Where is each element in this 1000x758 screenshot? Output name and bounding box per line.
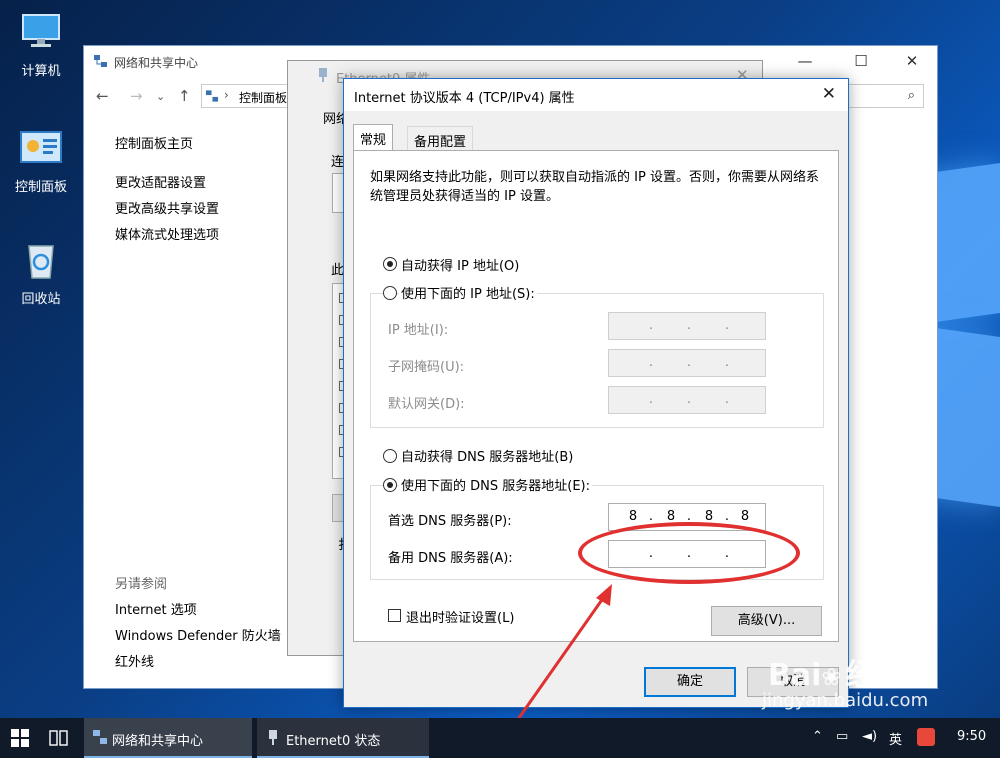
watermark-brand-suffix: 经验 — [845, 658, 906, 693]
dot-separator: . — [648, 509, 654, 524]
sidebar-link-home[interactable]: 控制面板主页 — [115, 133, 193, 152]
taskbar-item-ethernet-status[interactable]: Ethernet0 状态 — [257, 718, 429, 758]
highlight-ellipse — [578, 522, 800, 584]
advanced-button[interactable]: 高级(V)... — [711, 606, 822, 636]
ime-indicator[interactable]: 英 — [889, 729, 902, 748]
task-view-icon[interactable] — [49, 729, 69, 747]
desktop-icon-control-panel[interactable]: 控制面板 — [6, 128, 76, 195]
minimize-button[interactable]: — — [795, 52, 815, 70]
validate-checkbox[interactable] — [388, 609, 401, 622]
network-icon — [205, 90, 219, 102]
see-also-link-firewall[interactable]: Windows Defender 防火墙 — [115, 625, 281, 644]
ip-address-field: . . . — [608, 312, 766, 340]
network-tray-icon[interactable]: ▭ — [836, 729, 848, 744]
description-text: 如果网络支持此功能，则可以获取自动指派的 IP 设置。否则，你需要从网络系统管理… — [370, 170, 819, 204]
network-icon — [93, 730, 107, 744]
dialog-title: Internet 协议版本 4 (TCP/IPv4) 属性 — [354, 91, 575, 106]
tab-alternate-config[interactable]: 备用配置 — [407, 126, 474, 150]
dot-separator: . — [648, 318, 654, 333]
taskbar-item-network-center[interactable]: 网络和共享中心 — [84, 718, 252, 758]
preferred-dns-label: 首选 DNS 服务器(P): — [388, 514, 512, 529]
input-method-icon[interactable] — [917, 728, 935, 746]
desktop-icon-label: 控制面板 — [14, 180, 67, 195]
volume-icon[interactable]: ◄) — [862, 729, 877, 744]
dns-manual-label: 使用下面的 DNS 服务器地址(E): — [399, 475, 592, 494]
computer-icon — [22, 14, 60, 47]
alternate-dns-label: 备用 DNS 服务器(A): — [388, 551, 513, 566]
ip-manual-label: 使用下面的 IP 地址(S): — [399, 283, 537, 302]
back-arrow-icon[interactable]: ← — [96, 87, 109, 105]
taskbar: 网络和共享中心 Ethernet0 状态 ⌃ ▭ ◄) 英 9:50 — [0, 718, 1000, 758]
ethernet-icon — [319, 68, 327, 82]
up-arrow-icon[interactable]: ↑ — [178, 87, 191, 105]
network-icon — [94, 55, 107, 67]
window-title: 网络和共享中心 — [114, 56, 199, 70]
watermark-brand: Bai — [768, 658, 822, 693]
sidebar-link-adapter[interactable]: 更改适配器设置 — [115, 172, 206, 191]
breadcrumb-separator: › — [224, 88, 229, 102]
windows-start-icon[interactable] — [11, 729, 29, 747]
dot-separator: . — [724, 355, 730, 370]
see-also-link-infrared[interactable]: 红外线 — [115, 651, 154, 670]
ip-auto-radio[interactable] — [383, 257, 397, 271]
dot-separator: . — [686, 392, 692, 407]
dns-auto-radio[interactable] — [383, 449, 397, 463]
dot-separator: . — [648, 355, 654, 370]
dot-separator: . — [686, 355, 692, 370]
forward-arrow-icon[interactable]: → — [130, 87, 143, 105]
see-also-link-internet[interactable]: Internet 选项 — [115, 599, 197, 618]
paw-icon: ❀ — [821, 663, 842, 691]
taskbar-item-label: Ethernet0 状态 — [286, 734, 381, 749]
gateway-label: 默认网关(D): — [388, 397, 465, 412]
sidebar-link-media[interactable]: 媒体流式处理选项 — [115, 224, 219, 243]
dot-separator: . — [724, 392, 730, 407]
see-also-heading: 另请参阅 — [115, 577, 168, 592]
dot-separator: . — [686, 318, 692, 333]
breadcrumb[interactable]: 控制面板 — [239, 89, 287, 106]
ip-address-label: IP 地址(I): — [388, 323, 449, 338]
recycle-bin-icon — [28, 245, 54, 279]
subnet-mask-field: . . . — [608, 349, 766, 377]
ip-manual-radio[interactable] — [383, 286, 397, 300]
chevron-up-icon[interactable]: ⌃ — [812, 729, 823, 744]
tab-general[interactable]: 常规 — [353, 124, 394, 151]
watermark-url: jingyan.baidu.com — [762, 690, 929, 711]
dot-separator: . — [724, 509, 730, 524]
baidu-watermark-logo: Bai❀ 经验 — [768, 650, 906, 694]
maximize-button[interactable]: ☐ — [851, 52, 871, 70]
control-panel-icon — [20, 131, 62, 163]
desktop-icon-recycle-bin[interactable]: 回收站 — [6, 240, 76, 307]
taskbar-item-label: 网络和共享中心 — [112, 734, 204, 749]
ip-auto-label: 自动获得 IP 地址(O) — [401, 259, 520, 274]
octet-4: 8 — [740, 509, 750, 524]
ok-button[interactable]: 确定 — [644, 667, 736, 697]
dot-separator: . — [648, 392, 654, 407]
sidebar-link-sharing[interactable]: 更改高级共享设置 — [115, 198, 219, 217]
clock[interactable]: 9:50 — [957, 729, 986, 744]
dot-separator: . — [724, 318, 730, 333]
dialog-titlebar: Internet 协议版本 4 (TCP/IPv4) 属性 ✕ — [344, 79, 848, 111]
address-bar[interactable]: › 控制面板 — [201, 84, 291, 108]
close-icon[interactable]: ✕ — [822, 84, 836, 104]
subnet-mask-label: 子网掩码(U): — [388, 360, 465, 375]
gateway-field: . . . — [608, 386, 766, 414]
search-icon: ⌕ — [907, 88, 915, 103]
dns-auto-label: 自动获得 DNS 服务器地址(B) — [401, 450, 574, 465]
close-button[interactable]: ✕ — [902, 52, 922, 70]
desktop-icon-label: 计算机 — [21, 64, 61, 79]
chevron-down-icon[interactable]: ⌄ — [156, 90, 165, 103]
ethernet-icon — [269, 730, 277, 745]
desktop-icon-computer[interactable]: 计算机 — [6, 12, 76, 79]
dns-manual-radio[interactable] — [383, 478, 397, 492]
octet-1: 8 — [628, 509, 638, 524]
desktop-icon-label: 回收站 — [21, 292, 61, 307]
